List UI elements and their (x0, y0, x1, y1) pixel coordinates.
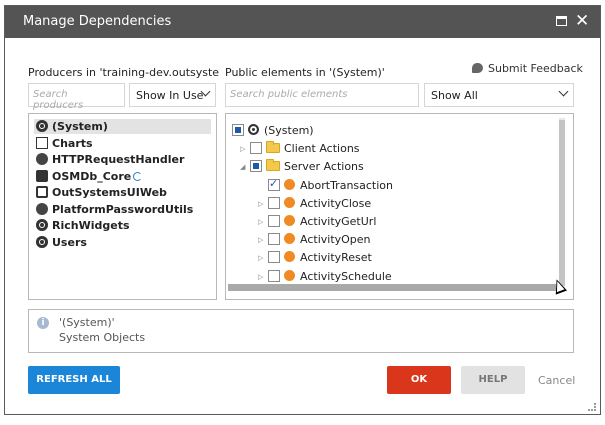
producer-item-label: PlatformPasswordUtils (52, 202, 194, 216)
system-icon (36, 235, 48, 248)
tree-node[interactable]: ▷ ActivitySchedule (258, 269, 392, 286)
extension-icon (36, 202, 48, 215)
producers-filter-value: Show In Use (136, 89, 204, 102)
collapse-arrow-icon[interactable]: ◢ (240, 163, 250, 171)
chart-icon (36, 136, 48, 149)
producer-item-label: Users (52, 235, 87, 249)
expand-arrow-icon[interactable]: ▷ (258, 200, 268, 208)
producer-item[interactable]: PlatformPasswordUtils (36, 202, 194, 218)
folder-icon (266, 159, 280, 172)
manage-dependencies-dialog: Manage Dependencies ✕ Producers in 'trai… (4, 5, 601, 415)
database-icon (36, 169, 48, 182)
tree-node-checkbox[interactable] (250, 142, 262, 155)
tree-node[interactable]: ▷ ActivityGetUrl (258, 215, 376, 231)
tree-node-label: Client Actions (284, 142, 360, 156)
tree-node-label: AbortTransaction (300, 178, 394, 192)
folder-icon (266, 141, 280, 154)
tree-node[interactable]: (System) (232, 124, 314, 140)
tree-node[interactable]: ◢ Server Actions (240, 159, 364, 176)
expand-arrow-icon[interactable]: ▷ (258, 218, 268, 226)
tree-node-checkbox[interactable] (232, 124, 244, 136)
elements-filter-value: Show All (431, 89, 478, 102)
tree-node-checkbox[interactable] (268, 177, 280, 191)
submit-feedback-link[interactable]: Submit Feedback (472, 62, 583, 75)
producer-item-label: Charts (52, 136, 93, 150)
tree-node[interactable]: AbortTransaction (258, 177, 394, 195)
refresh-icon[interactable] (133, 171, 143, 181)
producer-item-label: OutSystemsUIWeb (52, 186, 167, 199)
info-description: System Objects (59, 331, 146, 344)
cancel-link[interactable]: Cancel (538, 374, 575, 387)
tree-node-checkbox[interactable] (268, 215, 280, 227)
resize-grip-icon[interactable] (588, 403, 596, 411)
search-public-elements-input[interactable]: Search public elements (225, 83, 419, 107)
expand-arrow-icon[interactable]: ▷ (258, 273, 268, 281)
search-producers-input[interactable]: Search producers (28, 83, 125, 111)
title-bar: Manage Dependencies ✕ (5, 6, 600, 38)
tree-node-label: ActivityGetUrl (300, 215, 377, 228)
speech-bubble-icon (472, 63, 483, 73)
system-icon (248, 124, 259, 135)
tree-node-label: (System) (264, 124, 314, 137)
tree-node-label: ActivityOpen (300, 233, 371, 247)
producer-item[interactable]: Users (36, 235, 87, 251)
producer-item[interactable]: HTTPRequestHandler (36, 153, 184, 168)
tree-node-checkbox[interactable] (268, 269, 280, 282)
tree-node[interactable]: ▷ Client Actions (240, 141, 360, 158)
vertical-scrollbar[interactable] (559, 118, 565, 290)
chevron-down-icon (558, 86, 569, 97)
tree-node-label: ActivityReset (300, 251, 372, 265)
producer-item-label: RichWidgets (52, 219, 130, 232)
info-icon: i (37, 317, 49, 329)
server-action-icon (284, 196, 295, 208)
producer-item[interactable]: OSMDb_Core (36, 169, 143, 185)
close-icon[interactable]: ✕ (575, 10, 589, 32)
producers-filter-select[interactable]: Show In Use (129, 83, 216, 107)
server-action-icon (284, 269, 295, 281)
system-icon (36, 219, 48, 231)
help-button[interactable]: HELP (461, 366, 525, 394)
extension-icon (36, 153, 48, 165)
expand-arrow-icon[interactable]: ▷ (258, 254, 268, 262)
tree-node-label: ActivityClose (300, 196, 372, 210)
tree-node[interactable]: ▷ ActivityClose (258, 196, 372, 213)
maximize-icon[interactable] (556, 16, 567, 26)
producer-item[interactable]: RichWidgets (36, 219, 130, 234)
expand-arrow-icon[interactable]: ▷ (258, 236, 268, 244)
producer-item[interactable]: OutSystemsUIWeb (36, 186, 167, 201)
producers-list: (System) Charts HTTPRequestHandler OSMDb_Co… (28, 113, 217, 300)
producers-label: Producers in 'training-dev.outsystems.n (28, 66, 220, 79)
selection-info-box: i '(System)' System Objects (28, 309, 574, 353)
system-icon (36, 120, 48, 132)
tree-node-checkbox[interactable] (268, 233, 280, 246)
refresh-all-button[interactable]: REFRESH ALL (28, 366, 120, 394)
tree-node-checkbox[interactable] (268, 251, 280, 264)
tree-node[interactable]: ▷ ActivityReset (258, 251, 372, 267)
tree-node-label: ActivitySchedule (300, 269, 392, 283)
tree-node-checkbox[interactable] (268, 196, 280, 209)
server-action-icon (284, 251, 295, 263)
dialog-title: Manage Dependencies (23, 14, 172, 29)
tree-node-label: Server Actions (284, 160, 364, 174)
tree-node-checkbox[interactable] (250, 160, 262, 173)
public-elements-tree: (System) ▷ Client Actions ◢ Server Actions Ab… (225, 113, 574, 300)
elements-filter-select[interactable]: Show All (424, 83, 574, 107)
ok-button[interactable]: OK (387, 366, 451, 394)
producer-item-label: HTTPRequestHandler (52, 153, 185, 166)
producer-item[interactable]: Charts (36, 136, 93, 152)
vertical-scrollbar-thumb[interactable] (559, 120, 565, 286)
webmodule-icon (36, 186, 48, 198)
server-action-icon (284, 233, 295, 245)
public-elements-label: Public elements in '(System)' (225, 66, 385, 79)
info-title: '(System)' (59, 316, 115, 329)
tree-node[interactable]: ▷ ActivityOpen (258, 233, 371, 249)
producer-item-label: OSMDb_Core (52, 169, 132, 183)
server-action-icon (284, 215, 295, 226)
server-action-icon (284, 178, 295, 190)
submit-feedback-label: Submit Feedback (488, 62, 583, 75)
producer-item-label: (System) (52, 120, 108, 133)
expand-arrow-icon[interactable]: ▷ (240, 145, 250, 153)
producer-item[interactable]: (System) (34, 119, 211, 135)
